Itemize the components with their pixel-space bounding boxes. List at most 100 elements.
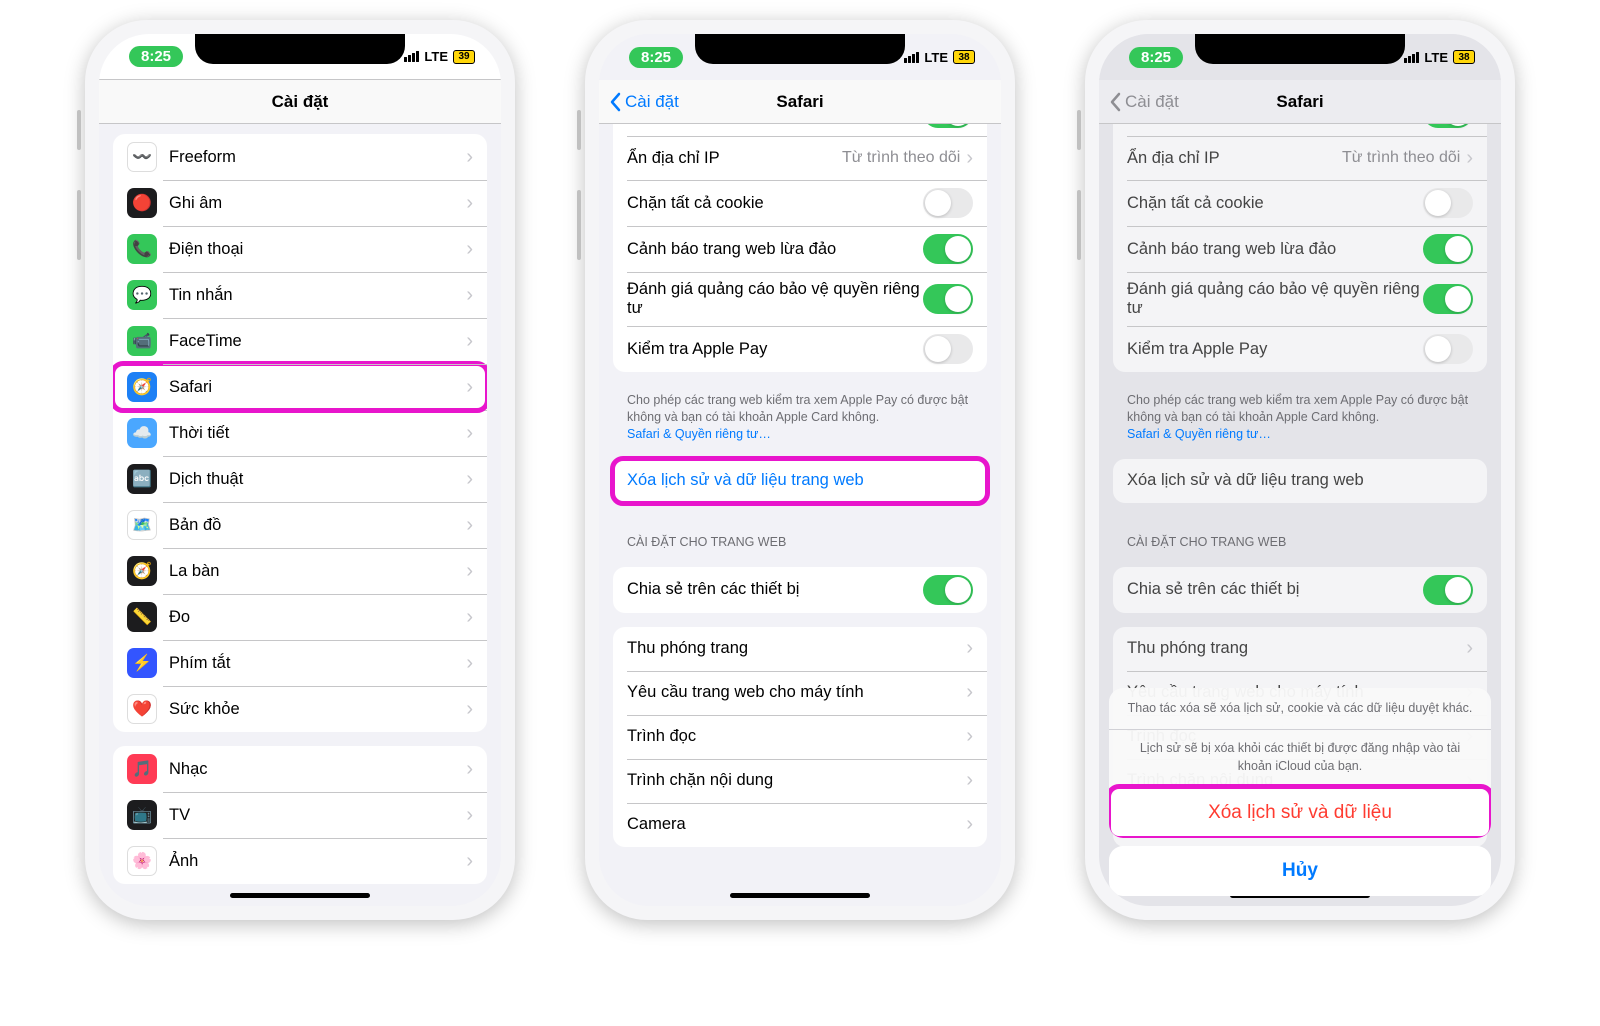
settings-row-tin-nhắn[interactable]: 💬 Tin nhắn› — [113, 272, 487, 318]
chevron-right-icon: › — [466, 652, 473, 675]
chevron-right-icon: › — [966, 681, 973, 704]
ad_privacy-row: Đánh giá quảng cáo bảo vệ quyền riêng tư — [1113, 272, 1487, 326]
settings-row-đo[interactable]: 📏Đo› — [113, 594, 487, 640]
app-icon: 🔤 — [127, 464, 157, 494]
phone-safari-actionsheet: 8:25 LTE 38 Cài đặt Safari Ngăn chặn the… — [1085, 20, 1515, 920]
row-label: Ẩn địa chỉ IP — [1127, 149, 1342, 168]
settings-row-dịch-thuật[interactable]: 🔤Dịch thuật› — [113, 456, 487, 502]
row-value: Từ trình theo dõi — [842, 149, 960, 167]
app-icon: 🎵 — [127, 754, 157, 784]
app-icon: 📏 — [127, 602, 157, 632]
row-label: Ghi âm — [169, 194, 466, 213]
row-label: FaceTime — [169, 332, 466, 351]
row-label: Yêu cầu trang web cho máy tính — [627, 683, 966, 702]
fraud-toggle[interactable] — [923, 234, 973, 264]
row-label: Cảnh báo trang web lừa đảo — [1127, 240, 1423, 259]
chevron-right-icon: › — [466, 422, 473, 445]
safari-privacy-link[interactable]: Safari & Quyền riêng tư… — [627, 427, 771, 441]
settings-row-tv[interactable]: 📺TV› — [113, 792, 487, 838]
row-label: Đánh giá quảng cáo bảo vệ quyền riêng tư — [1127, 280, 1423, 318]
settings-row-thời-tiết[interactable]: ☁️Thời tiết› — [113, 410, 487, 456]
share-toggle[interactable] — [923, 575, 973, 605]
battery-icon: 39 — [453, 50, 475, 64]
app-icon: 💬 — [127, 280, 157, 310]
share-across-devices-row[interactable]: Chia sẻ trên các thiết bị — [613, 567, 987, 613]
row-label: Kiểm tra Apple Pay — [627, 340, 923, 359]
home-indicator[interactable] — [730, 893, 870, 898]
row-label: Tin nhắn — [169, 286, 466, 305]
sheet-clear-button[interactable]: Xóa lịch sử và dữ liệu — [1109, 787, 1491, 838]
settings-row[interactable]: Trình đọc› — [613, 715, 987, 759]
cross_site-toggle — [1423, 124, 1473, 128]
clear-history-group: Xóa lịch sử và dữ liệu trang web — [613, 459, 987, 503]
signal-icon — [404, 51, 419, 62]
apple_pay-row: Kiểm tra Apple Pay — [1113, 326, 1487, 372]
settings-row-bản-đồ[interactable]: 🗺️Bản đồ› — [113, 502, 487, 548]
fraud-toggle — [1423, 234, 1473, 264]
row-label: Camera — [627, 815, 966, 834]
hide_ip-row[interactable]: Ẩn địa chỉ IPTừ trình theo dõi› — [613, 136, 987, 180]
settings-row-la-bàn[interactable]: 🧭La bàn› — [113, 548, 487, 594]
block_cookies-toggle — [1423, 188, 1473, 218]
row-value: Từ trình theo dõi — [1342, 149, 1460, 167]
settings-row[interactable]: Thu phóng trang› — [613, 627, 987, 671]
signal-icon — [904, 52, 919, 63]
cross_site-toggle[interactable] — [923, 124, 973, 128]
settings-row-sức-khỏe[interactable]: ❤️Sức khỏe› — [113, 686, 487, 732]
status-time: 8:25 — [129, 46, 183, 67]
chevron-right-icon: › — [466, 514, 473, 537]
section-header-web: CÀI ĐẶT CHO TRANG WEB — [599, 517, 1001, 553]
ad_privacy-row[interactable]: Đánh giá quảng cáo bảo vệ quyền riêng tư — [613, 272, 987, 326]
app-icon: ⚡ — [127, 648, 157, 678]
settings-row-điện-thoại[interactable]: 📞Điện thoại› — [113, 226, 487, 272]
chevron-right-icon: › — [466, 284, 473, 307]
battery-icon: 38 — [953, 50, 975, 64]
clear-history-row[interactable]: Xóa lịch sử và dữ liệu trang web — [613, 459, 987, 503]
block_cookies-row[interactable]: Chặn tất cả cookie — [613, 180, 987, 226]
share-across-devices-row: Chia sẻ trên các thiết bị — [1113, 567, 1487, 613]
settings-row: Thu phóng trang› — [1113, 627, 1487, 671]
section-header-web: CÀI ĐẶT CHO TRANG WEB — [1099, 517, 1501, 553]
chevron-right-icon: › — [966, 725, 973, 748]
row-label: Trình đọc — [627, 727, 966, 746]
nav-back-button[interactable]: Cài đặt — [609, 92, 679, 112]
apple_pay-row[interactable]: Kiểm tra Apple Pay — [613, 326, 987, 372]
chevron-right-icon: › — [466, 850, 473, 873]
chevron-right-icon: › — [966, 637, 973, 660]
nav-bar: Cài đặt Safari — [599, 80, 1001, 124]
signal-icon — [1404, 52, 1419, 63]
sheet-message-2: Lịch sử sẽ bị xóa khỏi các thiết bị được… — [1109, 729, 1491, 787]
safari-privacy-link: Safari & Quyền riêng tư… — [1127, 427, 1271, 441]
settings-row-facetime[interactable]: 📹FaceTime› — [113, 318, 487, 364]
home-indicator[interactable] — [230, 893, 370, 898]
settings-row[interactable]: Yêu cầu trang web cho máy tính› — [613, 671, 987, 715]
cross_site-row[interactable]: Ngăn chặn theo dõi web chéo — [613, 124, 987, 136]
fraud-row: Cảnh báo trang web lừa đảo — [1113, 226, 1487, 272]
sheet-cancel-button[interactable]: Hủy — [1109, 846, 1491, 896]
row-label: Dịch thuật — [169, 470, 466, 489]
fraud-row[interactable]: Cảnh báo trang web lừa đảo — [613, 226, 987, 272]
status-bar: 8:25 LTE 38 — [1099, 34, 1501, 80]
settings-row-nhạc[interactable]: 🎵Nhạc› — [113, 746, 487, 792]
ad_privacy-toggle[interactable] — [923, 284, 973, 314]
settings-row[interactable]: Camera› — [613, 803, 987, 847]
network-label: LTE — [1424, 50, 1448, 65]
sheet-message-1: Thao tác xóa sẽ xóa lịch sử, cookie và c… — [1109, 688, 1491, 730]
settings-row-ảnh[interactable]: 🌸Ảnh› — [113, 838, 487, 884]
row-label: Cảnh báo trang web lừa đảo — [627, 240, 923, 259]
chevron-right-icon: › — [466, 804, 473, 827]
apple_pay-toggle[interactable] — [923, 334, 973, 364]
settings-row-freeform[interactable]: 〰️Freeform› — [113, 134, 487, 180]
row-label: Đánh giá quảng cáo bảo vệ quyền riêng tư — [627, 280, 923, 318]
chevron-left-icon — [1109, 92, 1121, 112]
block_cookies-toggle[interactable] — [923, 188, 973, 218]
row-label: Nhạc — [169, 760, 466, 779]
settings-row-safari[interactable]: 🧭Safari› — [113, 364, 487, 410]
row-label: Kiểm tra Apple Pay — [1127, 340, 1423, 359]
settings-row-phím-tắt[interactable]: ⚡Phím tắt› — [113, 640, 487, 686]
chevron-right-icon: › — [466, 330, 473, 353]
settings-row-ghi-âm[interactable]: 🔴Ghi âm› — [113, 180, 487, 226]
network-label: LTE — [424, 49, 448, 64]
row-label: Ảnh — [169, 852, 466, 871]
settings-row[interactable]: Trình chặn nội dung› — [613, 759, 987, 803]
